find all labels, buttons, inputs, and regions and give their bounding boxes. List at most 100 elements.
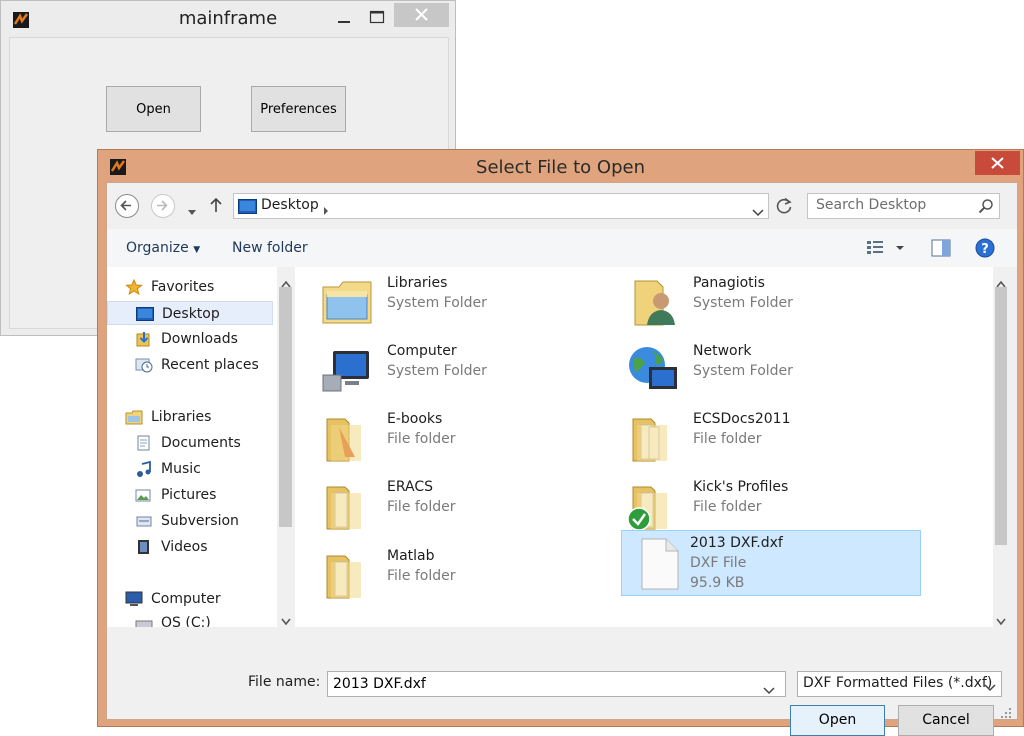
file-name: Kick's Profiles [693,479,789,495]
recent-locations-dropdown[interactable] [187,202,197,215]
file-item[interactable]: Computer System Folder [309,335,609,401]
desktop-icon [238,199,257,214]
nav-music[interactable]: Music [107,457,273,481]
libraries-icon [125,409,143,425]
preferences-button[interactable]: Preferences [251,86,346,132]
search-icon[interactable] [978,198,994,214]
file-item[interactable]: ECSDocs2011 File folder [615,403,915,469]
open-button[interactable]: Open [790,705,885,736]
nav-scrollbar[interactable] [277,267,294,627]
nav-libraries[interactable]: Libraries [107,405,273,429]
new-folder-button[interactable]: New folder [232,240,308,256]
nav-label: Desktop [162,306,220,322]
nav-label: Subversion [161,513,239,529]
scroll-down-icon[interactable] [281,611,291,630]
matlab-app-icon [110,159,126,175]
desktop-icon [136,306,154,322]
resize-grip-icon[interactable] [999,705,1013,719]
nav-videos[interactable]: Videos [107,535,273,559]
breadcrumb-chevron-icon[interactable] [323,201,329,215]
file-type: System Folder [693,363,793,379]
arrow-right-icon [157,200,168,211]
nav-label: Videos [161,539,208,555]
organize-label: Organize [126,240,189,256]
file-item[interactable]: Panagiotis System Folder [615,267,915,333]
nav-label: Favorites [151,279,215,295]
address-history-dropdown[interactable] [752,202,764,217]
scroll-down-icon[interactable] [996,611,1006,630]
drive-icon [135,615,153,627]
file-type: File folder [387,431,456,447]
file-scroll-thumb[interactable] [995,287,1007,545]
preview-pane-button[interactable] [931,239,951,257]
file-type: System Folder [387,363,487,379]
file-name-label: File name: [248,674,321,690]
music-icon [135,460,153,477]
nav-recent-places[interactable]: Recent places [107,353,273,377]
nav-documents[interactable]: Documents [107,431,273,455]
close-button[interactable] [394,3,449,27]
nav-os-drive[interactable]: OS (C:) [107,611,273,627]
file-list-scrollbar[interactable] [993,267,1009,627]
star-icon [125,278,143,296]
chevron-down-icon[interactable] [984,680,996,692]
change-view-button[interactable] [865,239,905,257]
file-type-value: DXF Formatted Files (*.dxf) [803,675,993,691]
recent-places-icon [135,357,153,373]
nav-pictures[interactable]: Pictures [107,483,273,507]
nav-computer[interactable]: Computer [107,587,273,611]
folder-icon [321,550,373,600]
close-icon [415,8,428,21]
chevron-down-icon: ▼ [193,245,201,255]
folder-icon [321,481,373,531]
dialog-close-button[interactable] [975,151,1020,175]
file-name: Network [693,343,752,359]
file-type: System Folder [387,295,487,311]
nav-scroll-thumb[interactable] [279,287,292,527]
search-input[interactable]: Search Desktop [807,193,1000,219]
computer-icon [125,591,143,607]
cancel-button[interactable]: Cancel [898,705,994,736]
open-button[interactable]: Open [106,86,201,132]
nav-favorites[interactable]: Favorites [107,275,273,299]
nav-label: Pictures [161,487,217,503]
downloads-icon [135,331,153,347]
organize-button[interactable]: Organize ▼ [126,240,200,256]
file-item[interactable]: ERACS File folder [309,471,609,537]
videos-icon [135,539,153,555]
chevron-down-icon [752,209,764,217]
file-name: Matlab [387,548,435,564]
file-item-selected[interactable]: 2013 DXF.dxf DXF File 95.9 KB [621,530,921,596]
file-name-input[interactable] [327,671,786,697]
nav-label: Music [161,461,201,477]
file-item[interactable]: E-books File folder [309,403,609,469]
file-size: 95.9 KB [690,575,745,591]
file-list: Libraries System Folder Panagiotis Syste… [295,267,1009,627]
file-type-select[interactable]: DXF Formatted Files (*.dxf) [797,671,1002,697]
file-item[interactable]: Network System Folder [615,335,915,401]
subversion-icon [135,513,153,529]
minimize-icon[interactable] [336,9,352,29]
address-location[interactable]: Desktop [261,197,319,213]
forward-button[interactable] [151,194,175,218]
maximize-icon[interactable] [369,9,385,25]
file-name: Panagiotis [693,275,765,291]
nav-label: OS (C:) [161,615,211,627]
dialog-title: Select File to Open [476,157,645,178]
address-bar[interactable]: Desktop [233,193,769,219]
preview-pane-icon [931,239,951,257]
search-placeholder: Search Desktop [816,197,927,213]
file-item[interactable]: Matlab File folder [309,540,609,606]
back-button[interactable] [115,194,139,218]
nav-subversion[interactable]: Subversion [107,509,273,533]
nav-desktop[interactable]: Desktop [107,301,273,325]
file-item[interactable]: Libraries System Folder [309,267,609,333]
file-name-dropdown[interactable] [763,680,775,695]
nav-downloads[interactable]: Downloads [107,327,273,351]
up-button[interactable] [209,196,223,214]
file-name: E-books [387,411,443,427]
help-button[interactable]: ? [975,238,995,258]
refresh-button[interactable] [772,194,796,218]
file-item[interactable]: Kick's Profiles File folder [615,471,915,537]
command-toolbar: Organize ▼ New folder ? [107,229,1017,267]
